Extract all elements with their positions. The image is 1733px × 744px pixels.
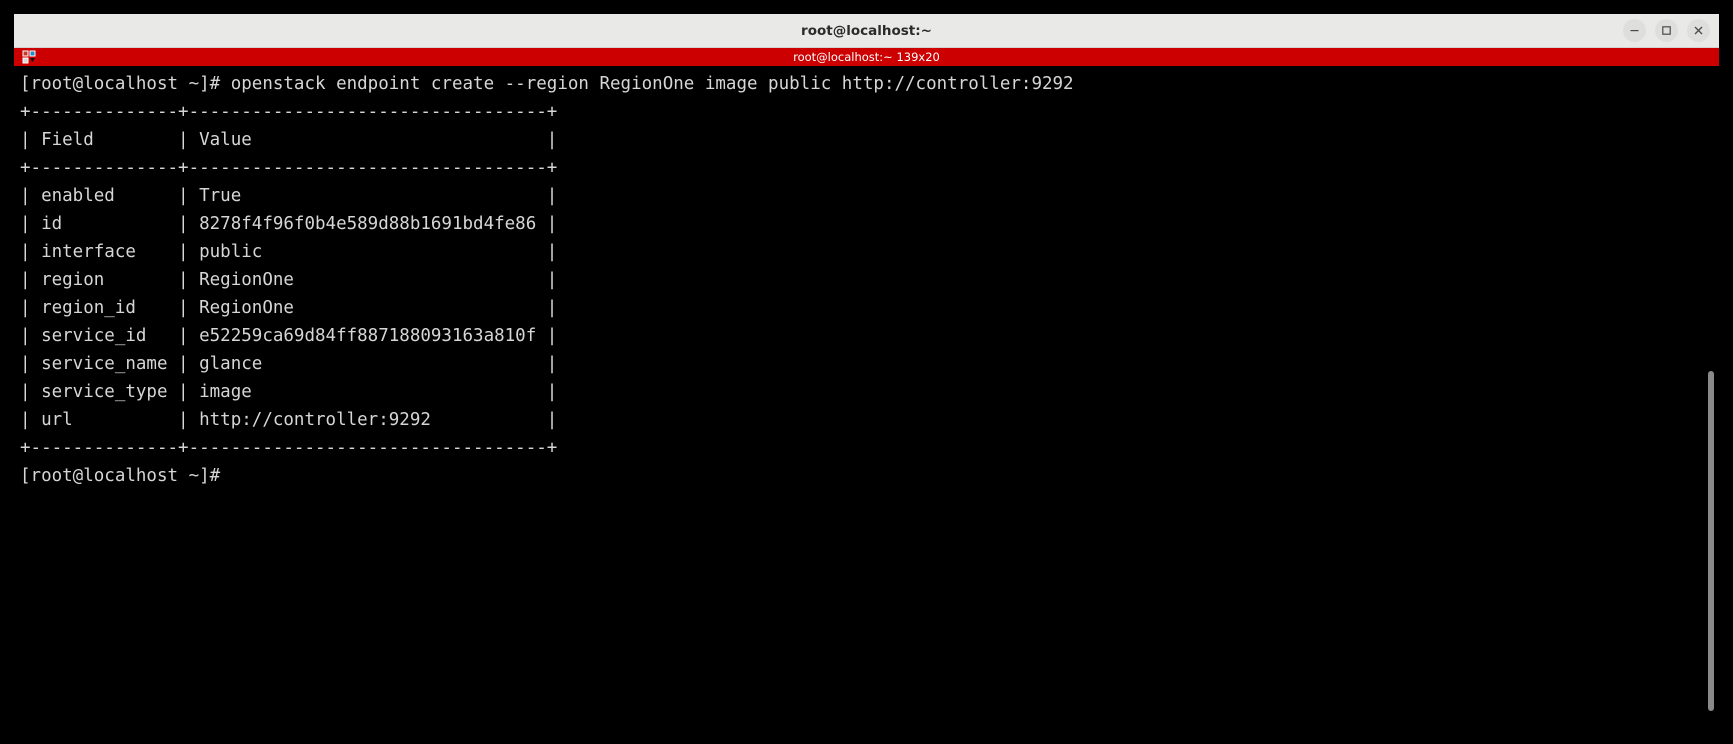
terminal-line: +--------------+------------------------… [20,438,558,458]
terminal-line: +--------------+------------------------… [20,158,558,178]
terminal-line: | service_name | glance | [20,354,558,374]
terminal-line: | enabled | True | [20,186,558,206]
close-icon [1694,26,1703,35]
terminal-line: | Field | Value | [20,130,558,150]
terminal-line: [root@localhost ~]# openstack endpoint c… [20,74,1074,94]
close-button[interactable] [1687,19,1710,42]
terminal-output-area[interactable]: [root@localhost ~]# openstack endpoint c… [14,66,1719,730]
window-controls [1623,14,1710,47]
tab-title: root@localhost:~ 139x20 [793,50,940,64]
terminal-prompt-line: [root@localhost ~]# [20,466,221,486]
terminal-window: root@localhost:~ root@localhost:~ 139x20… [14,14,1719,730]
terminal-tab-icon [22,49,38,65]
minimize-icon [1630,30,1639,32]
terminal-line: | region_id | RegionOne | [20,298,558,318]
window-titlebar[interactable]: root@localhost:~ [14,14,1719,48]
terminal-scrollbar-thumb[interactable] [1708,371,1714,711]
window-title: root@localhost:~ [801,22,932,39]
terminal-line: +--------------+------------------------… [20,102,558,122]
terminal-line: | id | 8278f4f96f0b4e589d88b1691bd4fe86 … [20,214,558,234]
terminal-line: | url | http://controller:9292 | [20,410,558,430]
maximize-icon [1662,26,1671,35]
terminal-tabbar[interactable]: root@localhost:~ 139x20 [14,48,1719,66]
maximize-button[interactable] [1655,19,1678,42]
terminal-screen: [root@localhost ~]# openstack endpoint c… [20,70,1719,730]
terminal-line: | region | RegionOne | [20,270,558,290]
minimize-button[interactable] [1623,19,1646,42]
terminal-line: | interface | public | [20,242,558,262]
terminal-line: | service_id | e52259ca69d84ff8871880931… [20,326,558,346]
terminal-scrollbar[interactable] [1707,66,1715,730]
terminal-line: | service_type | image | [20,382,558,402]
desktop-background: root@localhost:~ root@localhost:~ 139x20… [0,0,1733,744]
